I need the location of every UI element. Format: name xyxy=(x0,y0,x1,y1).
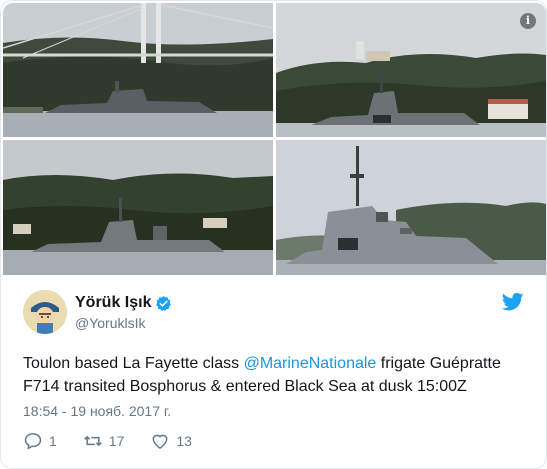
photo-4[interactable] xyxy=(276,140,546,275)
photo-1[interactable] xyxy=(3,3,273,137)
tweet-card: i Yörük Işık @YoruklsIk Toulon based La … xyxy=(0,0,547,469)
handle[interactable]: @YoruklsIk xyxy=(75,315,146,331)
media-grid: i xyxy=(3,3,546,275)
tweet-text-part: Toulon based La Fayette class xyxy=(23,355,244,372)
action-bar: 1 17 13 xyxy=(23,431,218,451)
photo-1-image xyxy=(3,3,273,137)
twitter-bird-icon[interactable] xyxy=(502,292,524,312)
mention-link[interactable]: @MarineNationale xyxy=(244,355,377,372)
tweet-header: Yörük Işık @YoruklsIk xyxy=(23,290,528,334)
photo-2-image xyxy=(276,3,546,137)
like-button[interactable]: 13 xyxy=(150,431,192,451)
avatar-image xyxy=(23,290,67,334)
like-count: 13 xyxy=(176,433,192,449)
retweet-icon xyxy=(83,435,102,447)
reply-button[interactable]: 1 xyxy=(23,431,57,451)
timestamp[interactable]: 18:54 - 19 нояб. 2017 г. xyxy=(23,403,171,419)
reply-count: 1 xyxy=(49,433,57,449)
name-row: Yörük Işık xyxy=(75,294,172,312)
avatar[interactable] xyxy=(23,290,67,334)
like-icon xyxy=(152,434,168,449)
verified-icon xyxy=(156,295,172,311)
retweet-button[interactable]: 17 xyxy=(83,431,125,451)
display-name[interactable]: Yörük Işık xyxy=(75,294,151,312)
photo-4-image xyxy=(276,140,546,275)
photo-3[interactable] xyxy=(3,140,273,275)
photo-2[interactable]: i xyxy=(276,3,546,137)
photo-3-image xyxy=(3,140,273,275)
reply-icon xyxy=(24,433,42,450)
tweet-text: Toulon based La Fayette class @MarineNat… xyxy=(23,352,528,398)
retweet-count: 17 xyxy=(108,433,125,449)
info-icon[interactable]: i xyxy=(520,13,536,29)
